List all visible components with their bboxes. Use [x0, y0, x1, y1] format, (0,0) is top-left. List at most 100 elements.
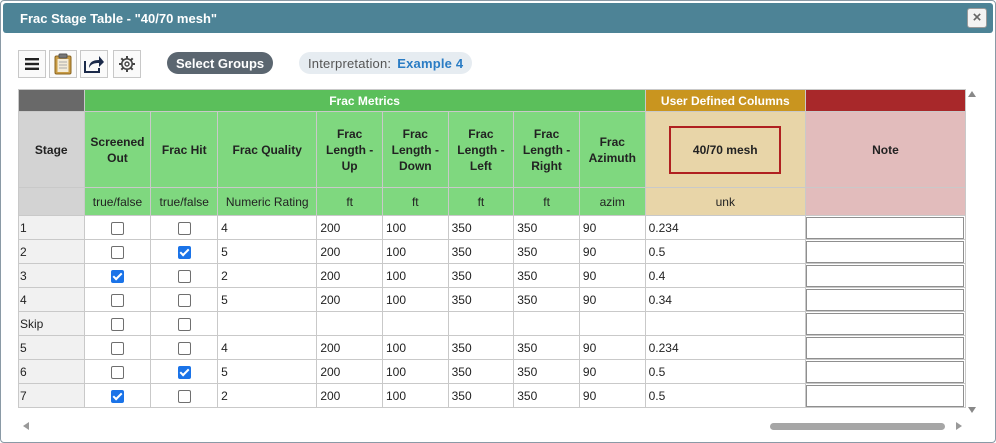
- length-right-cell[interactable]: 350: [513, 239, 580, 264]
- col-header-length-up[interactable]: Frac Length - Up: [316, 111, 383, 188]
- frac-hit-checkbox[interactable]: [177, 341, 191, 355]
- col-header-frac-quality[interactable]: Frac Quality: [217, 111, 318, 188]
- frac-hit-checkbox[interactable]: [177, 317, 191, 331]
- length-down-cell[interactable]: 100: [381, 287, 449, 312]
- length-right-cell[interactable]: 350: [513, 263, 580, 288]
- frac-quality-cell[interactable]: 4: [217, 335, 318, 360]
- settings-button[interactable]: [113, 50, 141, 78]
- length-down-cell[interactable]: 100: [381, 359, 449, 384]
- mesh-cell[interactable]: 0.234: [644, 335, 806, 360]
- scroll-down-icon[interactable]: [968, 407, 976, 413]
- frac-quality-cell[interactable]: 2: [217, 263, 318, 288]
- dialog-titlebar[interactable]: Frac Stage Table - "40/70 mesh" ×: [3, 3, 993, 33]
- length-down-cell[interactable]: 100: [381, 239, 449, 264]
- screened-out-checkbox[interactable]: [110, 389, 124, 403]
- mesh-cell[interactable]: [644, 311, 806, 336]
- length-right-cell[interactable]: 350: [513, 383, 580, 408]
- mesh-cell[interactable]: 0.5: [644, 239, 806, 264]
- close-button[interactable]: ×: [967, 8, 987, 28]
- length-up-cell[interactable]: 200: [316, 239, 383, 264]
- frac-quality-cell[interactable]: 4: [217, 215, 318, 240]
- frac-hit-checkbox[interactable]: [177, 269, 191, 283]
- frac-hit-checkbox[interactable]: [177, 293, 191, 307]
- col-header-length-down[interactable]: Frac Length - Down: [381, 111, 449, 188]
- frac-hit-checkbox[interactable]: [177, 245, 191, 259]
- length-left-cell[interactable]: 350: [447, 287, 515, 312]
- note-input[interactable]: [805, 240, 964, 263]
- length-right-cell[interactable]: 350: [513, 287, 580, 312]
- note-input[interactable]: [805, 216, 964, 239]
- screened-out-checkbox[interactable]: [110, 221, 124, 235]
- note-input[interactable]: [805, 264, 964, 287]
- screened-out-checkbox[interactable]: [110, 269, 124, 283]
- azimuth-cell[interactable]: 90: [578, 383, 646, 408]
- length-right-cell[interactable]: 350: [513, 335, 580, 360]
- length-down-cell[interactable]: 100: [381, 263, 449, 288]
- azimuth-cell[interactable]: 90: [578, 215, 646, 240]
- frac-hit-checkbox[interactable]: [177, 389, 191, 403]
- length-left-cell[interactable]: 350: [447, 239, 515, 264]
- length-up-cell[interactable]: [316, 311, 383, 336]
- col-header-screened-out[interactable]: Screened Out: [83, 111, 152, 188]
- mesh-cell[interactable]: 0.34: [644, 287, 806, 312]
- export-button[interactable]: [80, 50, 108, 78]
- horizontal-scrollbar[interactable]: [18, 419, 966, 433]
- length-down-cell[interactable]: 100: [381, 383, 449, 408]
- length-up-cell[interactable]: 200: [316, 263, 383, 288]
- scroll-right-icon[interactable]: [956, 422, 962, 430]
- col-header-azimuth[interactable]: Frac Azimuth: [578, 111, 646, 188]
- length-up-cell[interactable]: 200: [316, 383, 383, 408]
- screened-out-checkbox[interactable]: [110, 317, 124, 331]
- length-up-cell[interactable]: 200: [316, 335, 383, 360]
- col-header-length-right[interactable]: Frac Length - Right: [513, 111, 580, 188]
- scroll-up-icon[interactable]: [968, 91, 976, 97]
- length-left-cell[interactable]: 350: [447, 359, 515, 384]
- frac-quality-cell[interactable]: 5: [217, 239, 318, 264]
- azimuth-cell[interactable]: 90: [578, 335, 646, 360]
- note-input[interactable]: [805, 384, 964, 407]
- length-right-cell[interactable]: 350: [513, 359, 580, 384]
- length-left-cell[interactable]: 350: [447, 263, 515, 288]
- screened-out-checkbox[interactable]: [110, 245, 124, 259]
- length-up-cell[interactable]: 200: [316, 215, 383, 240]
- length-left-cell[interactable]: 350: [447, 215, 515, 240]
- length-up-cell[interactable]: 200: [316, 359, 383, 384]
- length-up-cell[interactable]: 200: [316, 287, 383, 312]
- azimuth-cell[interactable]: 90: [578, 359, 646, 384]
- length-down-cell[interactable]: 100: [381, 335, 449, 360]
- frac-quality-cell[interactable]: 5: [217, 287, 318, 312]
- length-left-cell[interactable]: [447, 311, 515, 336]
- col-header-frac-hit[interactable]: Frac Hit: [150, 111, 219, 188]
- azimuth-cell[interactable]: 90: [578, 239, 646, 264]
- azimuth-cell[interactable]: 90: [578, 263, 646, 288]
- screened-out-checkbox[interactable]: [110, 365, 124, 379]
- col-header-mesh[interactable]: 40/70 mesh: [644, 111, 806, 188]
- mesh-cell[interactable]: 0.5: [644, 383, 806, 408]
- length-down-cell[interactable]: 100: [381, 215, 449, 240]
- clipboard-button[interactable]: [49, 50, 77, 78]
- frac-quality-cell[interactable]: 2: [217, 383, 318, 408]
- screened-out-checkbox[interactable]: [110, 341, 124, 355]
- note-input[interactable]: [805, 360, 964, 383]
- col-header-stage[interactable]: Stage: [18, 111, 85, 188]
- length-down-cell[interactable]: [381, 311, 449, 336]
- note-input[interactable]: [805, 336, 964, 359]
- azimuth-cell[interactable]: 90: [578, 287, 646, 312]
- frac-hit-checkbox[interactable]: [177, 221, 191, 235]
- scroll-left-icon[interactable]: [23, 422, 29, 430]
- frac-quality-cell[interactable]: [217, 311, 318, 336]
- col-header-note[interactable]: Note: [804, 111, 966, 188]
- azimuth-cell[interactable]: [578, 311, 646, 336]
- menu-button[interactable]: [18, 50, 46, 78]
- length-left-cell[interactable]: 350: [447, 383, 515, 408]
- mesh-cell[interactable]: 0.4: [644, 263, 806, 288]
- horizontal-scroll-thumb[interactable]: [770, 423, 945, 430]
- length-right-cell[interactable]: 350: [513, 215, 580, 240]
- note-input[interactable]: [805, 312, 964, 335]
- note-input[interactable]: [805, 288, 964, 311]
- frac-quality-cell[interactable]: 5: [217, 359, 318, 384]
- mesh-cell[interactable]: 0.5: [644, 359, 806, 384]
- mesh-cell[interactable]: 0.234: [644, 215, 806, 240]
- length-right-cell[interactable]: [513, 311, 580, 336]
- interpretation-badge[interactable]: Interpretation: Example 4: [299, 52, 473, 74]
